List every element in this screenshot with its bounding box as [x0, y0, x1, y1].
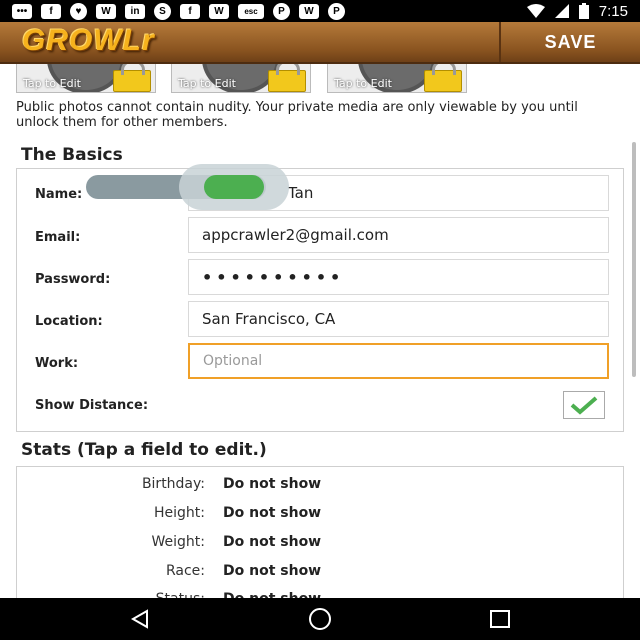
recents-button[interactable] — [470, 598, 530, 640]
password-field[interactable]: •••••••••• — [188, 259, 609, 295]
stats-label: Weight: — [151, 534, 206, 550]
wifi-icon — [526, 4, 545, 18]
tap-to-edit-label: Tap to Edit — [23, 77, 81, 90]
scrollbar[interactable] — [632, 142, 636, 377]
basics-panel: Name: Tan Email: appcrawler2@gmail.com P… — [16, 168, 624, 432]
back-icon — [130, 609, 148, 629]
email-label: Email: — [35, 230, 81, 245]
stats-label: Race: — [165, 563, 205, 579]
checkmark-icon — [570, 396, 598, 415]
show-distance-label: Show Distance: — [35, 398, 149, 413]
work-field[interactable]: Optional — [188, 343, 609, 379]
navigation-bar — [0, 598, 640, 640]
stats-label: Height: — [154, 505, 205, 521]
work-label: Work: — [35, 356, 79, 371]
lock-icon — [113, 64, 151, 92]
battery-icon — [578, 3, 589, 19]
talk-icon: ••• — [12, 3, 32, 19]
tap-to-edit-label: Tap to Edit — [334, 77, 392, 90]
back-button[interactable] — [110, 598, 170, 640]
lock-icon — [268, 64, 306, 92]
photo-notice: Public photos cannot contain nudity. You… — [16, 100, 578, 130]
heart-icon: ♥ — [70, 2, 87, 20]
stats-value: Do not show — [223, 505, 322, 521]
stats-label: Birthday: — [141, 476, 205, 492]
photo-slot[interactable]: Tap to Edit — [327, 64, 467, 93]
clock: 7:15 — [598, 2, 628, 20]
password-label: Password: — [35, 272, 111, 287]
photo-slot[interactable]: Tap to Edit — [16, 64, 156, 93]
toggle-knob[interactable] — [204, 175, 264, 199]
status-bar: ••• f ♥ W in S f W esc P W P 7:15 — [0, 0, 640, 22]
recents-icon — [490, 610, 510, 628]
stats-value: Do not show — [223, 563, 322, 579]
stats-panel: Birthday: Do not show Height: Do not sho… — [16, 466, 624, 607]
app-bar: GROWLr SAVE — [0, 22, 640, 64]
location-field[interactable]: San Francisco, CA — [188, 301, 609, 337]
notification-icons: ••• f ♥ W in S f W esc P W P — [0, 2, 345, 20]
stats-value: Do not show — [223, 534, 322, 550]
password-value: •••••••••• — [202, 267, 345, 287]
tap-to-edit-label: Tap to Edit — [178, 77, 236, 90]
name-label: Name: — [35, 187, 83, 202]
pinterest-icon: P — [273, 2, 290, 20]
stats-title: Stats (Tap a field to edit.) — [21, 440, 267, 460]
home-button[interactable] — [290, 598, 350, 640]
work-placeholder: Optional — [203, 353, 263, 369]
linkedin-icon: in — [125, 3, 145, 19]
pinterest-icon: P — [328, 2, 345, 20]
esc-icon: esc — [238, 3, 264, 19]
wolf-icon: W — [299, 3, 319, 19]
basics-title: The Basics — [21, 145, 123, 165]
skype-icon: S — [154, 2, 171, 20]
lock-icon — [424, 64, 462, 92]
photo-slot[interactable]: Tap to Edit — [171, 64, 311, 93]
app-logo: GROWLr — [22, 24, 155, 57]
save-button[interactable]: SAVE — [501, 22, 640, 62]
wolf-icon: W — [96, 3, 116, 19]
location-label: Location: — [35, 314, 103, 329]
home-icon — [309, 608, 331, 630]
show-distance-checkbox[interactable] — [563, 391, 605, 419]
stats-value: Do not show — [223, 476, 322, 492]
wolf-icon: W — [209, 3, 229, 19]
facebook-icon: f — [180, 3, 200, 19]
email-field[interactable]: appcrawler2@gmail.com — [188, 217, 609, 253]
signal-icon — [554, 4, 569, 18]
facebook-icon: f — [41, 3, 61, 19]
